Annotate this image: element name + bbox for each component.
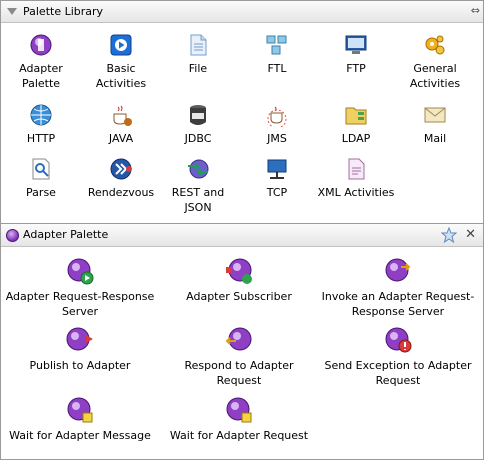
general-activities-icon — [425, 35, 445, 55]
palette-item-xml-activities[interactable]: XML Activities — [316, 157, 396, 200]
jdbc-icon — [190, 105, 206, 125]
palette-item-jdbc[interactable]: JDBC — [158, 103, 238, 146]
wait-for-adapter-message[interactable]: Wait for Adapter Message — [1, 396, 159, 443]
respond-to-adapter-request[interactable]: Respond to Adapter Request — [161, 326, 317, 388]
adapter-palette-header[interactable]: Adapter Palette ✕ — [1, 223, 483, 247]
palette-item-http[interactable]: HTTP — [1, 103, 81, 146]
basic-activities-icon — [110, 34, 132, 56]
publish-to-adapter-icon — [66, 327, 93, 351]
palette-view: Palette Library ⇔ Adapter Palette Basic … — [0, 0, 484, 460]
palette-item-file[interactable]: File — [158, 33, 238, 76]
xml-activities-icon — [348, 158, 365, 180]
java-icon — [113, 105, 132, 126]
invoke-adapter-request-icon — [385, 258, 411, 282]
wait-for-adapter-message-icon — [67, 397, 93, 423]
collapse-triangle-icon[interactable] — [7, 8, 17, 15]
tcp-icon — [267, 159, 287, 179]
palette-item-adapter-palette[interactable]: Adapter Palette — [1, 33, 81, 91]
palette-item-rendezvous[interactable]: Rendezvous — [81, 157, 161, 200]
ldap-icon — [345, 107, 367, 125]
palette-library-header[interactable]: Palette Library ⇔ — [1, 1, 483, 23]
adapter-subscriber-icon — [226, 258, 252, 284]
adapter-request-response-server-icon — [67, 258, 94, 285]
publish-to-adapter[interactable]: Publish to Adapter — [1, 326, 159, 373]
adapter-palette-icon — [6, 229, 19, 242]
mail-icon — [424, 107, 446, 123]
palette-library-title: Palette Library — [23, 5, 104, 18]
rendezvous-icon — [110, 158, 132, 180]
ftp-icon — [345, 35, 367, 54]
restore-icon[interactable]: ⇔ — [471, 5, 480, 17]
invoke-adapter-request-response-server[interactable]: Invoke an Adapter Request-Response Serve… — [319, 257, 477, 319]
palette-item-jms[interactable]: JMS — [237, 103, 317, 146]
palette-item-ftl[interactable]: FTL — [237, 33, 317, 76]
adapter-request-response-server[interactable]: Adapter Request-Response Server — [1, 257, 159, 319]
favorite-star-icon[interactable] — [441, 227, 457, 243]
http-icon — [30, 104, 52, 126]
adapter-palette-icon — [30, 34, 52, 56]
palette-item-rest-json[interactable]: REST and JSON — [158, 157, 238, 215]
palette-item-ldap[interactable]: LDAP — [316, 103, 396, 146]
send-exception-icon — [385, 327, 412, 353]
ftl-icon — [266, 35, 287, 55]
palette-item-basic-activities[interactable]: Basic Activities — [81, 33, 161, 91]
palette-item-parse[interactable]: Parse — [1, 157, 81, 200]
parse-icon — [32, 158, 50, 180]
adapter-subscriber[interactable]: Adapter Subscriber — [161, 257, 317, 304]
send-exception-to-adapter-request[interactable]: Send Exception to Adapter Request — [319, 326, 477, 388]
jms-icon — [267, 106, 287, 127]
wait-for-adapter-request-icon — [226, 397, 252, 423]
palette-item-general-activities[interactable]: General Activities — [395, 33, 475, 91]
respond-to-adapter-request-icon — [225, 327, 252, 351]
file-icon — [190, 34, 207, 56]
palette-item-tcp[interactable]: TCP — [237, 157, 317, 200]
palette-item-ftp[interactable]: FTP — [316, 33, 396, 76]
adapter-palette-title: Adapter Palette — [23, 228, 109, 241]
close-icon[interactable]: ✕ — [465, 228, 476, 242]
rest-json-icon — [188, 159, 209, 179]
palette-item-mail[interactable]: Mail — [395, 103, 475, 146]
wait-for-adapter-request[interactable]: Wait for Adapter Request — [161, 396, 317, 443]
palette-item-java[interactable]: JAVA — [81, 103, 161, 146]
